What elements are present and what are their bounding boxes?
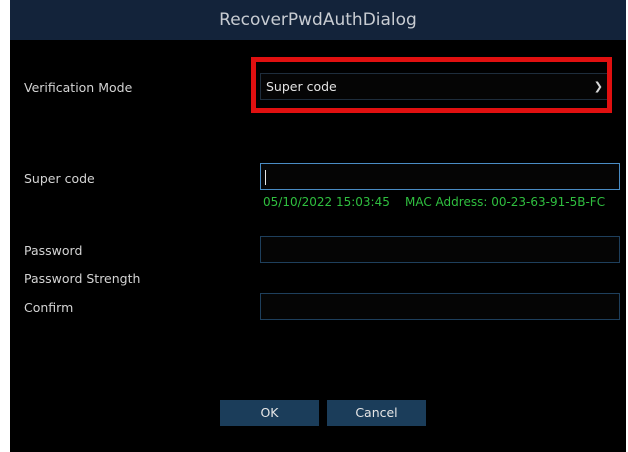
mac-address-text: MAC Address: 00-23-63-91-5B-FC — [405, 195, 606, 209]
password-strength-label: Password Strength — [24, 271, 141, 286]
confirm-label: Confirm — [24, 300, 74, 315]
verification-mode-select[interactable]: Super code ❯ — [260, 73, 612, 100]
password-input[interactable] — [260, 236, 620, 263]
chevron-down-icon: ❯ — [593, 80, 603, 93]
cancel-button[interactable]: Cancel — [327, 400, 426, 426]
verification-mode-value: Super code — [266, 79, 337, 94]
recover-password-dialog: RecoverPwdAuthDialog Verification Mode S… — [10, 0, 626, 452]
text-caret — [265, 170, 266, 185]
dialog-title: RecoverPwdAuthDialog — [10, 0, 626, 40]
password-label: Password — [24, 243, 83, 258]
datetime-text: 05/10/2022 15:03:45 — [263, 195, 390, 209]
ok-button[interactable]: OK — [220, 400, 319, 426]
super-code-input[interactable] — [260, 163, 620, 190]
super-code-label: Super code — [24, 171, 95, 186]
confirm-input[interactable] — [260, 293, 620, 320]
verification-mode-label: Verification Mode — [24, 80, 133, 95]
